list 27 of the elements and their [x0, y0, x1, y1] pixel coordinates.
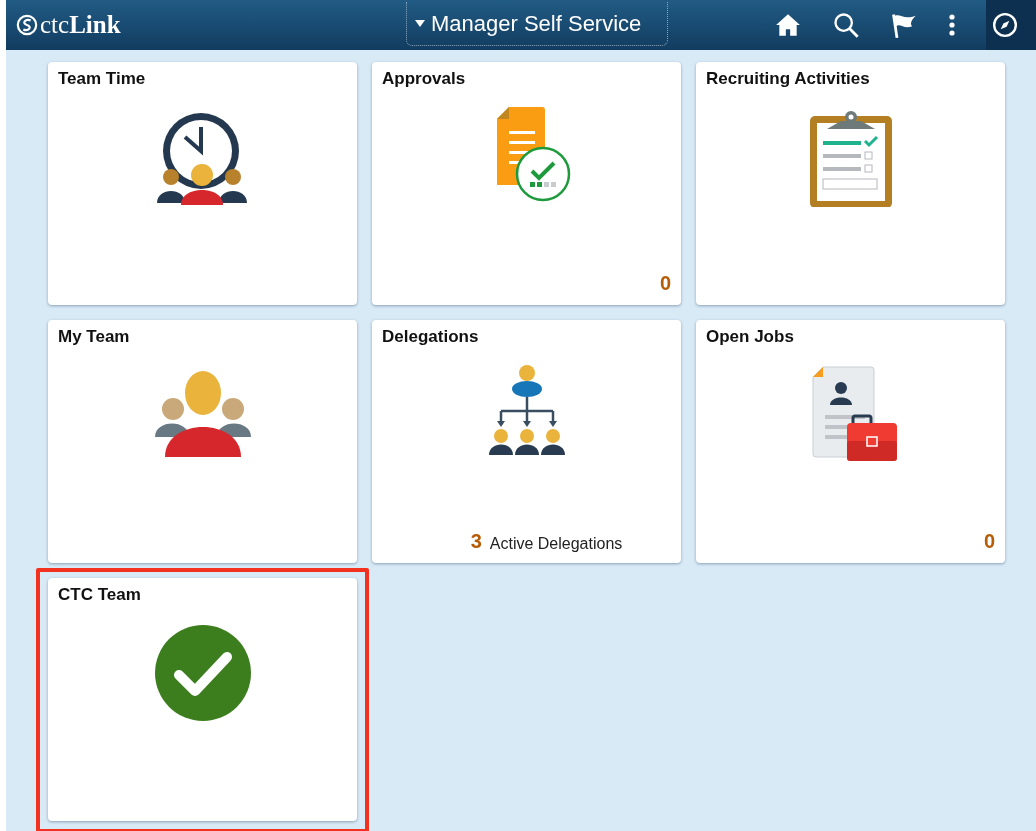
tile-title: Delegations: [382, 327, 480, 347]
tile-title: Open Jobs: [706, 327, 795, 347]
home-icon[interactable]: [774, 12, 802, 38]
swirl-logo-icon: [16, 14, 38, 36]
count: 3: [470, 530, 482, 553]
count-label: Active Delegations: [489, 535, 623, 553]
compass-icon[interactable]: [992, 12, 1018, 38]
tile[interactable]: CTC Team: [48, 578, 357, 821]
tile-title: Approvals: [382, 69, 467, 89]
caret-icon: [415, 19, 425, 28]
count: 0: [659, 272, 671, 295]
tile[interactable]: Approvals 0: [372, 62, 681, 305]
tile[interactable]: Team Time: [48, 62, 357, 305]
tile-title: Recruiting Activities: [706, 69, 871, 89]
tile[interactable]: Recruiting Activities: [696, 62, 1005, 305]
checkmark-icon: [152, 623, 253, 723]
flag-icon[interactable]: [890, 11, 918, 39]
tile[interactable]: Open Jobs 0: [696, 320, 1005, 563]
app-logo[interactable]: ctcLink: [40, 11, 121, 39]
search-icon[interactable]: [832, 11, 860, 39]
tile-title: My Team: [58, 327, 131, 347]
more-options-icon[interactable]: [948, 12, 956, 38]
count: 0: [983, 530, 995, 553]
tile[interactable]: My Team: [48, 320, 357, 563]
tile[interactable]: Delegations 3 Active Delegations: [372, 320, 681, 563]
tile-title: Team Time: [58, 69, 147, 89]
tile-title: CTC Team: [58, 585, 142, 605]
